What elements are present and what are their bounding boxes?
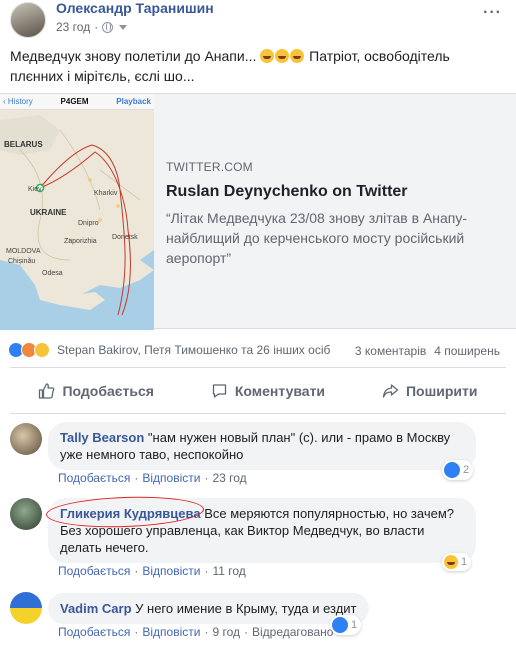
map-flight-tag: P4GEM (60, 97, 89, 106)
comment-actions: Подобається · Відповісти · 11 год (58, 564, 246, 578)
map-playback-label: Playback (116, 97, 151, 106)
shares-count[interactable]: 4 поширень (434, 344, 500, 358)
globe-icon (102, 21, 114, 33)
share-button[interactable]: Поширити (382, 383, 478, 399)
link-card-info[interactable]: TWITTER.COM Ruslan Deynychenko on Twitte… (166, 160, 506, 268)
divider (10, 413, 506, 414)
map-label-dnipro: Dnipro (78, 220, 99, 227)
share-icon (382, 384, 399, 398)
map-label-chisinau: Chișinău (8, 258, 36, 265)
map-label-kharkiv: Kharkiv (94, 190, 118, 197)
haha-icon (444, 555, 458, 569)
comment-reply-link[interactable]: Відповісти (142, 625, 200, 639)
comment-like-link[interactable]: Подобається (58, 471, 130, 485)
commenter-avatar[interactable] (10, 498, 42, 530)
comments-count[interactable]: 3 коментарів (355, 344, 426, 358)
rofl-emoji-icon (275, 49, 290, 63)
comment-reactions[interactable]: 2 (442, 460, 474, 480)
post-time[interactable]: 23 год (56, 20, 90, 34)
commenter-avatar[interactable] (10, 423, 42, 455)
post-actions: Подобається Коментувати Поширити (10, 373, 506, 409)
divider (10, 367, 506, 368)
comment-reactions[interactable]: 1 (442, 553, 472, 571)
like-icon (332, 617, 348, 633)
map-label-zaporizhia: Zaporizhia (64, 238, 97, 245)
comment-bubble: Гликерия Кудрявцева Все меряются популяр… (48, 498, 476, 563)
comment-time[interactable]: 9 год (212, 625, 240, 639)
author-avatar[interactable] (10, 2, 46, 38)
map-label-odesa: Odesa (42, 270, 63, 277)
wow-icon (34, 342, 50, 358)
comment-actions: Подобається · Відповісти · 23 год (58, 471, 247, 485)
commenter-name[interactable]: Vadim Carp (60, 601, 132, 616)
link-description: “Літак Медведчука 23/08 знову злітав в А… (166, 210, 468, 266)
post-meta: 23 год · (56, 20, 128, 34)
rofl-emoji-icon (260, 49, 275, 63)
comment-like-link[interactable]: Подобається (58, 625, 130, 639)
map-toolbar: ‹ History P4GEM Playback (0, 94, 154, 110)
flight-map-image: ‹ History P4GEM Playback BELARUS Kiev UK… (0, 94, 154, 330)
comment-label: Коментувати (234, 383, 326, 399)
map-label-kiev: Kiev (28, 186, 42, 193)
commenter-name[interactable]: Tally Bearson (60, 430, 144, 445)
comment-button[interactable]: Коментувати (211, 383, 325, 399)
like-button[interactable]: Подобається (38, 383, 154, 399)
like-label: Подобається (62, 383, 154, 399)
reaction-icons (8, 342, 50, 358)
comment-reactions[interactable]: 1 (330, 615, 362, 635)
comment-bubble: Vadim Carp У него имение в Крыму, туда и… (48, 593, 369, 624)
commenter-name[interactable]: Гликерия Кудрявцева (60, 506, 201, 521)
reactions-summary[interactable]: Stepan Bakirov, Петя Тимошенко та 26 інш… (8, 342, 330, 358)
rofl-emoji-icon (290, 49, 305, 63)
link-domain: TWITTER.COM (166, 160, 253, 174)
comment-icon (212, 384, 227, 398)
comment-like-link[interactable]: Подобається (58, 564, 130, 578)
comment-actions: Подобається · Відповісти · 9 год · Відредаг… (58, 625, 334, 639)
comment-time[interactable]: 11 год (212, 564, 245, 578)
comment-time[interactable]: 23 год (212, 471, 246, 485)
comment-reply-link[interactable]: Відповісти (142, 471, 200, 485)
link-preview-card[interactable]: ‹ History P4GEM Playback BELARUS Kiev UK… (0, 93, 516, 330)
comment-edited[interactable]: Відредаговано (252, 625, 333, 639)
comment-bubble: Tally Bearson "нам нужен новый план" (с)… (48, 422, 476, 470)
commenter-avatar[interactable] (10, 592, 42, 624)
thumbs-up-icon (39, 383, 55, 399)
facebook-post: Олександр Таранишин 23 год · ··· Медведч… (0, 0, 516, 655)
comment-reply-link[interactable]: Відповісти (142, 564, 200, 578)
link-title[interactable]: Ruslan Deynychenko on Twitter (166, 183, 506, 201)
like-icon (444, 462, 460, 478)
reaction-names[interactable]: Stepan Bakirov, Петя Тимошенко та 26 інш… (57, 343, 330, 357)
map-label-ukraine: UKRAINE (30, 208, 67, 217)
more-dots-icon[interactable]: ··· (483, 4, 502, 22)
post-counts: 3 коментарів 4 поширень (355, 344, 500, 358)
map-history-label: ‹ History (3, 97, 33, 106)
post-text: Медведчук знову полетіли до Анапи... Пат… (10, 48, 450, 84)
share-label: Поширити (405, 383, 478, 399)
comment-text: У него имение в Крыму, туда и ездит (135, 601, 357, 616)
map-label-donetsk: Donetsk (112, 234, 138, 241)
map-label-belarus: BELARUS (4, 140, 43, 149)
map-label-moldova: MOLDOVA (6, 248, 41, 255)
chevron-down-icon[interactable] (119, 24, 128, 30)
post-author-name[interactable]: Олександр Таранишин (56, 0, 214, 16)
